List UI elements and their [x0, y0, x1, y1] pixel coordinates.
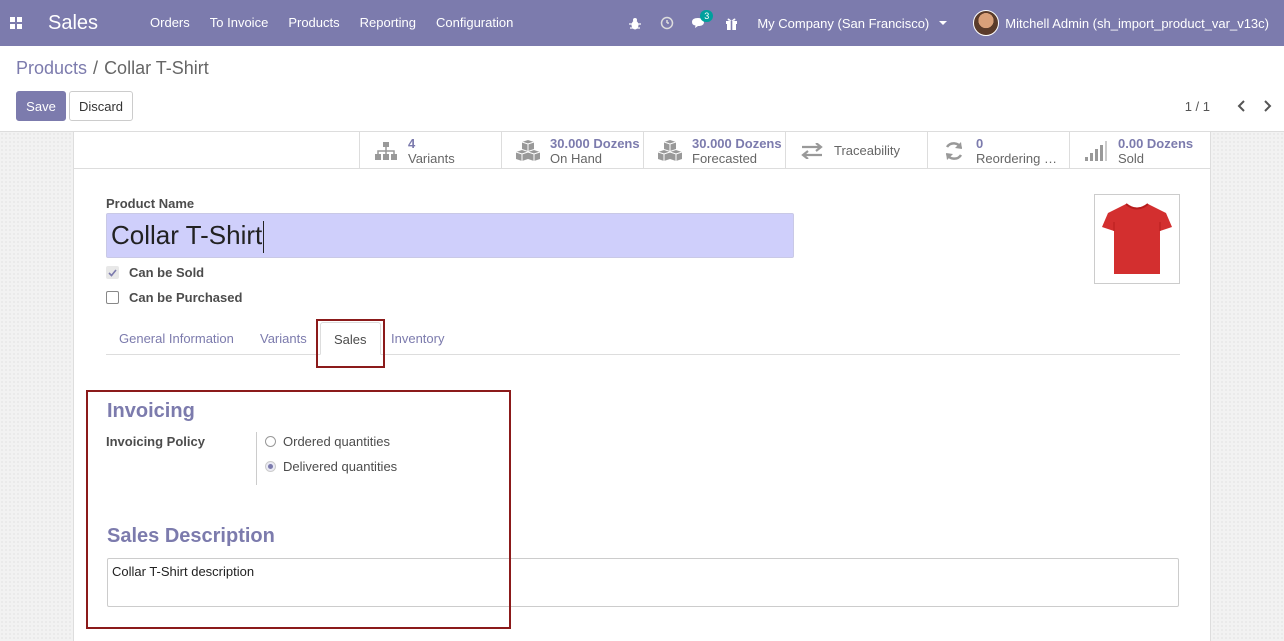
reordering-smart-button[interactable]: 0Reordering Rules: [927, 132, 1069, 169]
menu-reporting[interactable]: Reporting: [350, 0, 426, 46]
apps-menu-icon[interactable]: [0, 0, 32, 46]
breadcrumb-products[interactable]: Products: [16, 58, 87, 79]
product-image[interactable]: [1094, 194, 1180, 284]
check-icon: [108, 268, 117, 277]
tab-highlight-box: [316, 319, 385, 368]
text-cursor: [263, 221, 265, 254]
messaging-icon[interactable]: 3: [683, 0, 715, 46]
sales-section-highlight-box: [86, 390, 511, 629]
breadcrumb-current: Collar T-Shirt: [104, 58, 209, 78]
signal-icon: [1082, 139, 1110, 163]
can-be-purchased-checkbox[interactable]: [106, 291, 119, 304]
tab-variants[interactable]: Variants: [247, 322, 320, 355]
chevron-right-icon[interactable]: [1260, 97, 1274, 115]
user-name: Mitchell Admin (sh_import_product_var_v1…: [1005, 15, 1269, 31]
forecasted-value: 30.000 Dozens: [692, 135, 782, 151]
exchange-icon: [798, 139, 826, 163]
can-be-sold-label[interactable]: Can be Sold: [129, 265, 204, 280]
sold-smart-button[interactable]: 0.00 Dozens Sold: [1069, 132, 1211, 169]
notebook-tabs: General Information Variants Sales Inven…: [106, 322, 1180, 355]
sitemap-icon: [372, 139, 400, 163]
user-avatar: [973, 10, 1000, 36]
caret-down-icon: [939, 21, 948, 25]
cubes-icon: [656, 139, 684, 163]
bug-icon[interactable]: [619, 0, 651, 46]
tab-inventory[interactable]: Inventory: [378, 322, 457, 355]
gift-icon[interactable]: [715, 0, 747, 46]
reordering-count: 0: [976, 135, 984, 151]
can-be-purchased-label[interactable]: Can be Purchased: [129, 290, 242, 305]
app-brand[interactable]: Sales: [48, 12, 98, 35]
user-menu[interactable]: Mitchell Admin (sh_import_product_var_v1…: [959, 10, 1284, 36]
cubes-icon: [514, 139, 542, 163]
sold-value: 0.00 Dozens: [1118, 135, 1194, 151]
can-be-sold-checkbox[interactable]: [106, 266, 119, 279]
sold-label: Sold: [1118, 150, 1145, 166]
menu-configuration[interactable]: Configuration: [426, 0, 523, 46]
variants-smart-button[interactable]: 4 Variants: [359, 132, 501, 169]
company-switcher[interactable]: My Company (San Francisco): [747, 16, 959, 31]
menu-orders[interactable]: Orders: [140, 0, 200, 46]
form-sheet: 4 Variants 30.000 Dozens On Hand 30.000 Do…: [73, 132, 1211, 641]
discard-button[interactable]: Discard: [69, 91, 133, 121]
clock-icon[interactable]: [651, 0, 683, 46]
on-hand-smart-button[interactable]: 30.000 Dozens On Hand: [501, 132, 643, 169]
chevron-left-icon[interactable]: [1234, 97, 1248, 115]
tab-general-information[interactable]: General Information: [106, 322, 247, 355]
save-button[interactable]: Save: [16, 91, 66, 121]
menu-products[interactable]: Products: [278, 0, 349, 46]
product-name-value: Collar T-Shirt: [111, 220, 263, 250]
refresh-icon: [940, 139, 968, 163]
breadcrumb: Products / Collar T-Shirt: [16, 58, 209, 79]
traceability-smart-button[interactable]: Traceability: [785, 132, 927, 169]
forecasted-label: Forecasted: [692, 150, 758, 166]
smart-button-box: 4 Variants 30.000 Dozens On Hand 30.000 Do…: [359, 132, 1211, 169]
forecasted-smart-button[interactable]: 30.000 Dozens Forecasted: [643, 132, 785, 169]
product-name-input[interactable]: Collar T-Shirt: [106, 213, 794, 258]
variants-label: Variants: [408, 150, 455, 166]
top-menu: Orders To Invoice Products Reporting Con…: [140, 0, 523, 46]
divider: [74, 168, 359, 169]
reordering-label: Reordering Rules: [976, 150, 1062, 166]
product-name-label: Product Name: [106, 196, 195, 211]
navbar-systray: 3 My Company (San Francisco) Mitchell Ad…: [619, 0, 1284, 46]
variants-count: 4: [408, 135, 416, 151]
main-navbar: Sales Orders To Invoice Products Reporti…: [0, 0, 1284, 46]
on-hand-value: 30.000 Dozens: [550, 135, 640, 151]
traceability-label: Traceability: [834, 143, 900, 158]
breadcrumb-separator: /: [93, 58, 99, 78]
messages-badge: 3: [700, 10, 714, 22]
on-hand-label: On Hand: [550, 150, 603, 166]
menu-to-invoice[interactable]: To Invoice: [200, 0, 279, 46]
tshirt-image: [1102, 203, 1172, 274]
company-name: My Company (San Francisco): [757, 15, 930, 31]
pager-value[interactable]: 1 / 1: [1185, 99, 1210, 114]
